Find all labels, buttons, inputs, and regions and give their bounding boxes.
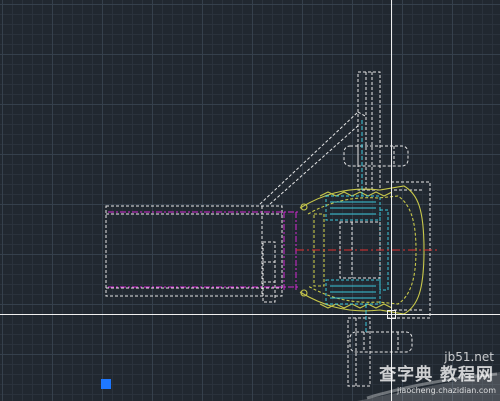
- top-nut: [343, 145, 409, 167]
- cad-viewport[interactable]: jb51.net 查字典 教程网 jiaocheng.chazidian.com: [0, 0, 500, 401]
- watermark-url: jiaocheng.chazidian.com: [396, 386, 496, 395]
- crosshair-cursor: [0, 0, 500, 401]
- grid-major: [0, 0, 500, 401]
- shaft-pin: [262, 241, 276, 303]
- shaft-centerlines: [108, 211, 300, 290]
- pin-body: [262, 241, 276, 303]
- post-outer: [357, 71, 381, 191]
- watermark: jb51.net 查字典 教程网 jiaocheng.chazidian.com: [357, 350, 500, 401]
- watermark-title: 查字典 教程网: [379, 365, 494, 385]
- drawing-canvas[interactable]: [0, 0, 500, 401]
- square-marker-icon[interactable]: [101, 379, 111, 389]
- grid-minor: [0, 0, 500, 401]
- nuts: [343, 145, 413, 353]
